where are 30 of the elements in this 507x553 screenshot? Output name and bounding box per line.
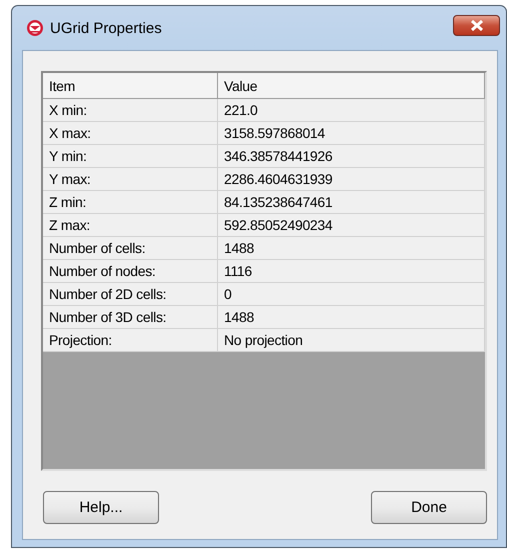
column-header[interactable]: Value: [218, 73, 484, 98]
table-cell: No projection: [218, 328, 484, 352]
table-cell: Number of cells:: [43, 236, 218, 260]
column-header[interactable]: Item: [43, 73, 218, 98]
table-cell: 221.0: [218, 98, 484, 122]
table-cell: Y min:: [43, 144, 218, 168]
table-cell: X max:: [43, 122, 218, 144]
table-cell: Number of 2D cells:: [43, 282, 218, 306]
table-cell: 84.135238647461: [218, 190, 484, 214]
table-cell: Z max:: [43, 214, 218, 236]
table-cell: Y max:: [43, 168, 218, 190]
done-button[interactable]: Done: [371, 491, 487, 524]
close-button[interactable]: [453, 14, 500, 36]
table-cell: Number of nodes:: [43, 260, 218, 282]
close-icon: [470, 20, 484, 30]
table-cell: X min:: [43, 98, 218, 122]
table-cell: Number of 3D cells:: [43, 306, 218, 328]
table-cell: 3158.597868014: [218, 122, 484, 144]
table-cell: 592.85052490234: [218, 214, 484, 236]
table-cell: 0: [218, 282, 484, 306]
table-cell: 1488: [218, 236, 484, 260]
help-button[interactable]: Help...: [43, 491, 159, 524]
table-cell: 2286.4604631939: [218, 168, 484, 190]
window-title: UGrid Properties: [50, 20, 163, 36]
table-cell: 1488: [218, 306, 484, 328]
table-cell: 346.38578441926: [218, 144, 484, 168]
app-icon: [26, 19, 44, 37]
table-cell: Projection:: [43, 328, 218, 352]
table-cell: Z min:: [43, 190, 218, 214]
table-cell: 1116: [218, 260, 484, 282]
